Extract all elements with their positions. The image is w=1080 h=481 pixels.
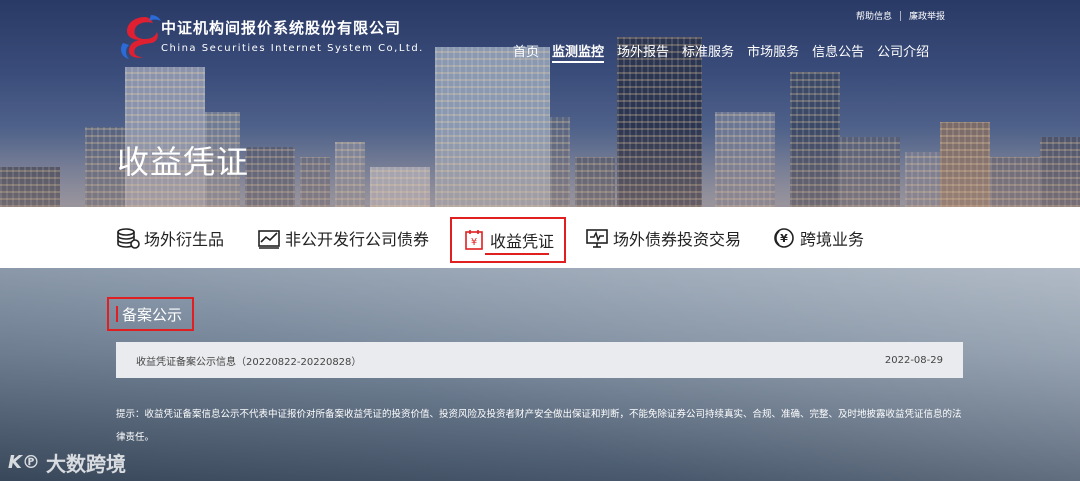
company-name-en: China Securities Internet System Co,Ltd. [161,43,424,54]
heading-accent-bar [116,306,118,322]
notice-date: 2022-08-29 [884,354,943,366]
nav-about[interactable]: 公司介绍 [877,41,929,63]
company-name-cn: 中证机构间报价系统股份有限公司 [161,19,402,37]
monitor-pulse-icon [586,228,608,248]
tab-label: 非公开发行公司债券 [285,229,430,249]
hero-banner: 中证机构间报价系统股份有限公司 China Securities Interne… [0,0,1080,207]
watermark: K℗ 大数跨境 [8,448,126,477]
sub-tab-bar: 场外衍生品 非公开发行公司债券 ¥ 收益凭证 场外债券投资交易 ¥ 跨境业务 [0,207,1080,268]
svg-text:¥: ¥ [780,232,788,245]
top-links: 帮助信息 廉政举报 [848,9,953,22]
tab-otc-bond-trading[interactable]: 场外债券投资交易 [585,207,741,268]
tab-label: 收益凭证 [490,232,555,251]
active-tab-underline [485,253,549,255]
nav-announcements[interactable]: 信息公告 [812,41,864,63]
tab-label: 场外衍生品 [144,229,225,249]
chart-trend-icon [258,229,280,249]
yen-document-icon: ¥ [465,230,483,250]
list-item[interactable]: 收益凭证备案公示信息（20220822-20220828） 2022-08-29 [116,342,963,378]
watermark-text: 大数跨境 [45,452,126,476]
tab-cross-border[interactable]: ¥ 跨境业务 [772,207,864,268]
notice-title[interactable]: 收益凭证备案公示信息（20220822-20220828） [136,353,361,368]
disclaimer-text: 提示：收益凭证备案信息公示不代表中证报价对所备案收益凭证的投资价值、投资风险及投… [116,409,962,443]
nav-standard-service[interactable]: 标准服务 [682,41,734,63]
main-nav: 首页 监测监控 场外报告 标准服务 市场服务 信息公告 公司介绍 [513,41,942,63]
section-title: 备案公示 [122,305,183,324]
tab-otc-derivatives[interactable]: 场外衍生品 [116,207,224,268]
nav-home[interactable]: 首页 [513,41,539,63]
tab-label: 场外债券投资交易 [613,229,742,249]
report-link[interactable]: 廉政举报 [901,9,953,22]
coins-stack-icon [117,227,140,249]
watermark-logo-icon: K℗ [8,452,40,473]
tab-label: 跨境业务 [800,229,865,249]
nav-monitoring[interactable]: 监测监控 [552,41,605,63]
page-title: 收益凭证 [117,143,250,181]
tab-income-certificate[interactable]: ¥ 收益凭证 [450,217,567,263]
yen-circle-icon: ¥ [774,227,794,248]
svg-text:¥: ¥ [471,237,477,248]
help-link[interactable]: 帮助信息 [848,9,900,22]
section-heading: 备案公示 [107,297,194,331]
company-logo-icon[interactable] [115,13,165,61]
tab-private-bonds[interactable]: 非公开发行公司债券 [257,207,429,268]
nav-market-service[interactable]: 市场服务 [747,41,799,63]
nav-otc-report[interactable]: 场外报告 [617,41,669,63]
